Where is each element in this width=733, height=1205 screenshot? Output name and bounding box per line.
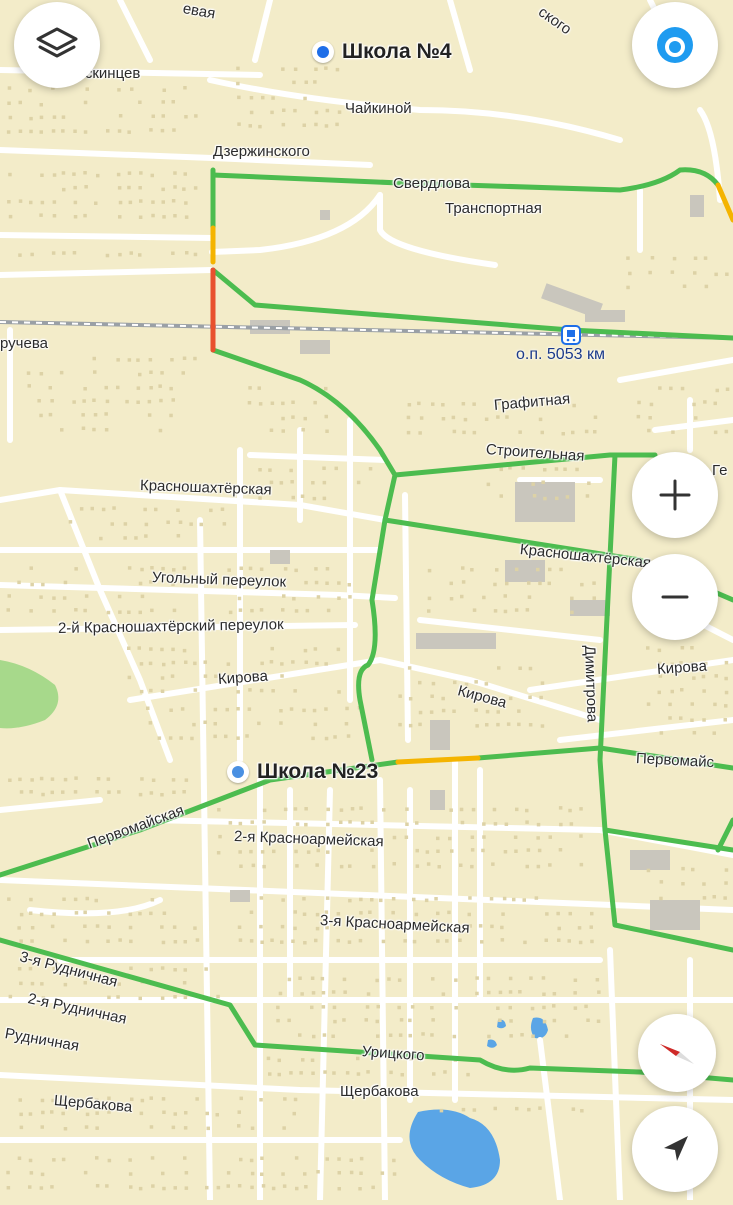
alice-assistant-button[interactable] [632,2,718,88]
compass-icon [660,1044,694,1064]
street-label: Дзержинского [213,143,310,160]
station-label: о.п. 5053 км [516,346,605,363]
street-label: Кирова [217,667,269,688]
poi-label: Школа №4 [342,40,452,63]
street-label: Димитрова [581,645,601,723]
layers-icon [36,27,78,58]
street-label: Кирова [656,657,708,678]
train-icon [561,325,581,345]
street-label: ручева [0,335,48,352]
alice-assistant-icon [657,27,693,63]
poi-label: Школа №23 [257,760,379,783]
street-label: Свердлова [393,175,471,192]
my-location-button[interactable] [632,1106,718,1192]
zoom-out-button[interactable] [632,554,718,640]
map-canvas[interactable]: Школа №4 Школа №23 о.п. 5053 км евая елю… [0,0,733,1203]
compass-button[interactable] [638,1014,716,1092]
poi-school-23[interactable]: Школа №23 [227,760,378,784]
street-label: Щербакова [340,1083,419,1100]
minus-icon [661,595,689,599]
street-label: Транспортная [445,200,542,217]
navigation-arrow-icon [664,1136,688,1161]
layers-button[interactable] [14,2,100,88]
zoom-in-button[interactable] [632,452,718,538]
place-marker-icon [227,761,249,783]
street-label: Чайкиной [345,100,412,117]
place-marker-icon [312,41,334,63]
plus-icon [659,479,691,511]
street-label: Ге [712,462,728,479]
poi-school-4[interactable]: Школа №4 [312,40,452,64]
